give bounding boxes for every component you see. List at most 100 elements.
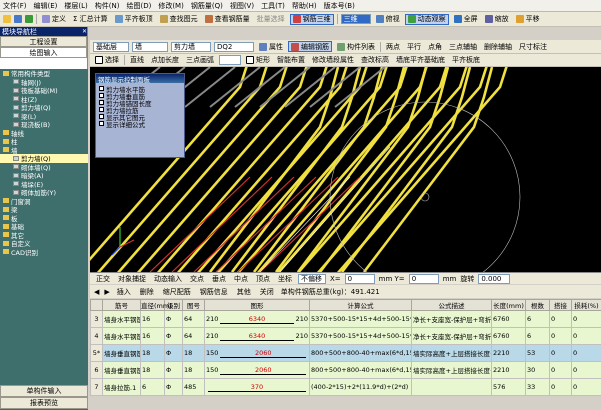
view-mode-select[interactable]: 三维 xyxy=(340,14,371,24)
menu-view[interactable]: 视图(V) xyxy=(230,1,254,11)
wall-bottom-align-button[interactable]: 墙底平齐基础底 xyxy=(394,55,447,66)
cell-lap[interactable]: 0 xyxy=(549,327,572,345)
properties-button[interactable]: 属性 xyxy=(257,41,285,52)
drawing-input-button[interactable]: 绘图输入 xyxy=(0,47,87,58)
cell-dia[interactable]: 16 xyxy=(140,327,165,345)
cell-shape[interactable]: 370 xyxy=(204,378,310,396)
intersection-snap[interactable]: 交点 xyxy=(188,273,206,284)
cell-fig[interactable]: 64 xyxy=(182,327,205,345)
y-input[interactable]: 0 xyxy=(408,273,439,284)
cell-shape[interactable]: 150 2060 xyxy=(204,361,310,379)
three-point-arc-button[interactable]: 三点画弧 xyxy=(184,55,216,66)
view-rebar-qty-button[interactable]: 查看钢筋量 xyxy=(203,14,252,25)
modify-wall-props-button[interactable]: 修改墙段属性 xyxy=(310,55,356,66)
define-button[interactable]: 定义 xyxy=(40,14,68,25)
cell-grade[interactable]: Φ xyxy=(164,310,183,328)
cell-formula[interactable]: 800+500+800-40+max(6*d,150) xyxy=(309,361,412,379)
table-row[interactable]: 7 墙身拉筋.1 6 Φ 485 370 (400-2*15)+2*(11.9*d)+(2*… xyxy=(90,378,601,396)
delete-button[interactable]: 删除 xyxy=(138,286,156,297)
align-top-button[interactable]: 平齐板顶 xyxy=(113,14,155,25)
menu-help[interactable]: 帮助(H) xyxy=(292,1,317,11)
menu-tools[interactable]: 工具(T) xyxy=(261,1,285,11)
column-header[interactable]: 搭接 xyxy=(549,299,572,311)
find-element-button[interactable]: 查找图元 xyxy=(158,14,200,25)
tree-item[interactable]: 砌体墙(Q) xyxy=(0,163,88,172)
cell-fig[interactable]: 18 xyxy=(182,361,205,379)
perpendicular-snap[interactable]: 垂点 xyxy=(210,273,228,284)
dynamic-input-toggle[interactable]: 动态输入 xyxy=(152,273,184,284)
table-row[interactable]: 3墙身水平钢筋.316Φ6421063402105370+500-15*15+4… xyxy=(90,310,601,328)
menu-version[interactable]: 版本号(B) xyxy=(324,1,355,11)
category-select[interactable]: 墙 xyxy=(132,41,168,52)
cell-grade[interactable]: Φ xyxy=(164,327,183,345)
cell-no[interactable]: 3 xyxy=(90,310,103,328)
cell-dia[interactable]: 6 xyxy=(140,378,165,396)
column-header[interactable] xyxy=(90,299,103,311)
close-button[interactable]: 关闭 xyxy=(258,286,276,297)
cell-lap[interactable]: 0 xyxy=(549,378,572,396)
dimension-button[interactable]: 尺寸标注 xyxy=(517,41,549,52)
cell-loss[interactable]: 0 xyxy=(571,378,601,396)
cell-formula[interactable]: 800+500+800-40+max(6*d,150) xyxy=(309,344,412,362)
open-icon[interactable] xyxy=(3,15,11,23)
point-angle-button[interactable]: 点角 xyxy=(426,41,444,52)
component-list-button[interactable]: 构件列表 xyxy=(335,41,377,52)
cell-count[interactable]: 53 xyxy=(525,344,550,362)
tree-item[interactable]: 剪力墙(Q) xyxy=(0,103,88,112)
cell-loss[interactable]: 0 xyxy=(571,310,601,328)
cell-desc[interactable]: 净长+支座宽-保护层+弯折+支座宽-保护层+弯折 xyxy=(411,327,492,345)
object-snap-toggle[interactable]: 对象捕捉 xyxy=(116,273,148,284)
cell-fig[interactable]: 64 xyxy=(182,310,205,328)
cell-name[interactable]: 墙身水平钢筋.4 xyxy=(102,327,141,345)
other-button[interactable]: 其他 xyxy=(235,286,253,297)
coordinate-snap[interactable]: 坐标 xyxy=(276,273,294,284)
cell-name[interactable]: 墙身水平钢筋.3 xyxy=(102,310,141,328)
project-settings-button[interactable]: 工程设置 xyxy=(0,36,87,47)
cell-desc[interactable] xyxy=(411,378,492,396)
cell-no[interactable]: 5* xyxy=(90,344,103,362)
tree-folder[interactable]: 常用构件类型 xyxy=(0,69,88,78)
column-header[interactable]: 图号 xyxy=(182,299,205,311)
next-icon[interactable]: ▶ xyxy=(104,288,109,296)
floor-select[interactable]: 基础层 xyxy=(93,41,129,52)
menu-rebar[interactable]: 钢筋量(Q) xyxy=(191,1,223,11)
cell-lap[interactable]: 0 xyxy=(549,344,572,362)
menu-file[interactable]: 文件(F) xyxy=(3,1,27,11)
cell-formula[interactable]: 5370+500-15*15+4d+500-15*15+4d xyxy=(309,327,412,345)
cell-fig[interactable]: 18 xyxy=(182,344,205,362)
menu-edit[interactable]: 编辑(E) xyxy=(34,1,58,11)
tree-folder[interactable]: CAD识别 xyxy=(0,248,88,257)
column-header[interactable]: 筋号 xyxy=(102,299,141,311)
cell-fig[interactable]: 485 xyxy=(182,378,205,396)
menu-floor[interactable]: 楼层(L) xyxy=(64,1,87,11)
cell-length[interactable]: 6760 xyxy=(491,310,526,328)
column-header[interactable]: 图形 xyxy=(204,299,310,311)
column-header[interactable]: 级别 xyxy=(164,299,183,311)
cell-count[interactable]: 33 xyxy=(525,378,550,396)
cell-length[interactable]: 2210 xyxy=(491,361,526,379)
select-button[interactable]: 选择 xyxy=(93,55,121,66)
cell-lap[interactable]: 0 xyxy=(549,361,572,379)
two-point-button[interactable]: 两点 xyxy=(384,41,402,52)
x-input[interactable]: 0 xyxy=(344,273,375,284)
cell-length[interactable]: 2210 xyxy=(491,344,526,362)
save-icon[interactable] xyxy=(14,15,22,23)
table-row[interactable]: 5*墙身垂直钢筋.118Φ181502060800+500+800-40+max… xyxy=(90,344,601,362)
first-icon[interactable]: ◀ xyxy=(94,288,99,296)
type-select[interactable]: 剪力墙 xyxy=(171,41,211,52)
cell-loss[interactable]: 0 xyxy=(571,327,601,345)
cell-shape[interactable]: 150 2060 xyxy=(204,344,310,362)
scale-rebar-button[interactable]: 缩尺配筋 xyxy=(161,286,193,297)
insert-button[interactable]: 插入 xyxy=(115,286,133,297)
cell-loss[interactable]: 0 xyxy=(571,361,601,379)
summary-calc-button[interactable]: Σ 汇总计算 xyxy=(71,14,110,25)
column-header[interactable]: 损耗(%) xyxy=(571,299,601,311)
cell-dia[interactable]: 18 xyxy=(140,361,165,379)
parallel-button[interactable]: 平行 xyxy=(405,41,423,52)
cell-shape[interactable]: 210 6340 210 xyxy=(204,310,310,328)
cell-name[interactable]: 墙身拉筋.1 xyxy=(102,378,141,396)
align-slab-bottom-button[interactable]: 平齐板底 xyxy=(450,55,482,66)
smart-layout-button[interactable]: 智能布置 xyxy=(275,55,307,66)
column-header[interactable]: 公式描述 xyxy=(411,299,492,311)
check-detailed-formula[interactable]: 显示详细公式 xyxy=(96,120,184,129)
